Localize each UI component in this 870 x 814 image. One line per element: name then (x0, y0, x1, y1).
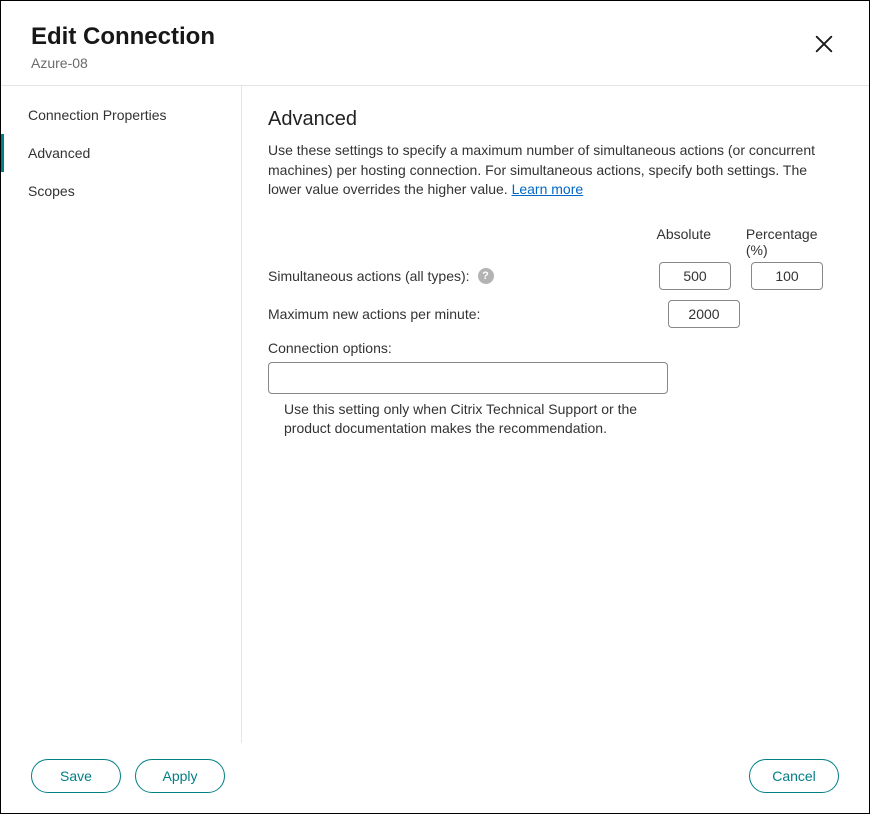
sidebar-item-scopes[interactable]: Scopes (1, 172, 241, 210)
row-simultaneous-actions: Simultaneous actions (all types): ? (268, 262, 843, 290)
dialog-footer: Save Apply Cancel (1, 743, 869, 813)
footer-left: Save Apply (31, 759, 225, 793)
label-simultaneous-actions-text: Simultaneous actions (all types): (268, 268, 470, 284)
section-description: Use these settings to specify a maximum … (268, 141, 843, 200)
form-area: Absolute Percentage (%) Simultaneous act… (268, 226, 843, 439)
edit-connection-dialog: Edit Connection Azure-08 Connection Prop… (0, 0, 870, 814)
close-icon (813, 33, 835, 55)
label-simultaneous-actions: Simultaneous actions (all types): ? (268, 268, 659, 284)
label-max-new-actions: Maximum new actions per minute: (268, 306, 668, 322)
dialog-body: Connection Properties Advanced Scopes Ad… (1, 86, 869, 743)
dialog-header: Edit Connection Azure-08 (1, 1, 869, 85)
sidebar: Connection Properties Advanced Scopes (1, 86, 242, 743)
dialog-title: Edit Connection (31, 23, 215, 51)
label-max-new-actions-text: Maximum new actions per minute: (268, 306, 480, 322)
connection-options-hint: Use this setting only when Citrix Techni… (268, 400, 668, 439)
column-header-percentage: Percentage (%) (746, 226, 843, 258)
close-button[interactable] (809, 29, 839, 64)
section-title: Advanced (268, 108, 843, 131)
input-simultaneous-percentage[interactable] (751, 262, 823, 290)
input-connection-options[interactable] (268, 362, 668, 394)
apply-button[interactable]: Apply (135, 759, 225, 793)
learn-more-link[interactable]: Learn more (512, 181, 584, 197)
header-text: Edit Connection Azure-08 (31, 23, 215, 71)
dialog-subtitle: Azure-08 (31, 55, 215, 71)
column-header-absolute: Absolute (657, 226, 746, 258)
help-icon[interactable]: ? (478, 268, 494, 284)
connection-options-block: Connection options: Use this setting onl… (268, 340, 843, 439)
sidebar-item-advanced[interactable]: Advanced (1, 134, 241, 172)
column-spacer (268, 226, 657, 258)
save-button[interactable]: Save (31, 759, 121, 793)
content-pane: Advanced Use these settings to specify a… (242, 86, 869, 743)
input-max-new-absolute[interactable] (668, 300, 740, 328)
column-headers: Absolute Percentage (%) (268, 226, 843, 258)
footer-right: Cancel (749, 759, 839, 793)
label-connection-options: Connection options: (268, 340, 843, 356)
input-simultaneous-absolute[interactable] (659, 262, 731, 290)
sidebar-item-connection-properties[interactable]: Connection Properties (1, 96, 241, 134)
row-max-new-actions: Maximum new actions per minute: (268, 300, 843, 328)
cancel-button[interactable]: Cancel (749, 759, 839, 793)
